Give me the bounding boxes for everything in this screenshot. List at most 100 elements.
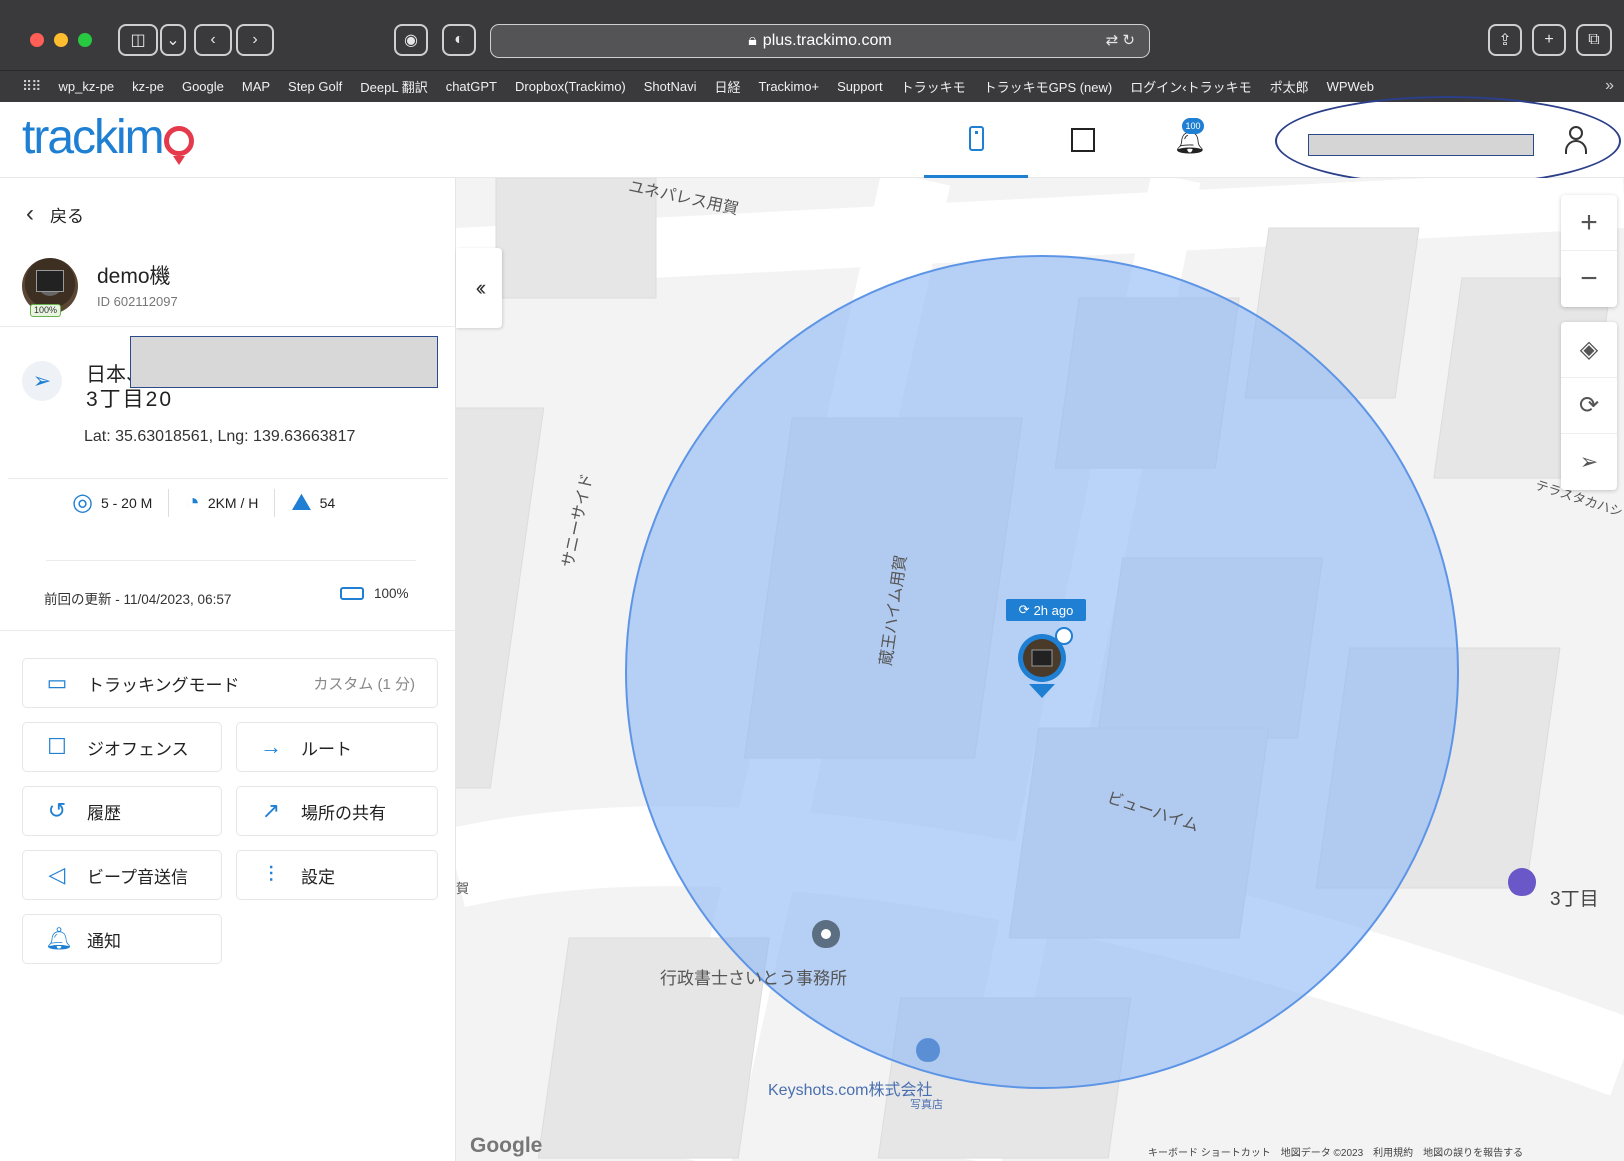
layers-icon[interactable]: ◈: [1561, 322, 1617, 378]
bookmark-item[interactable]: kz-pe: [132, 79, 164, 94]
divider: [0, 326, 456, 327]
new-tab-icon[interactable]: +: [1532, 24, 1566, 56]
mountain-icon: ⛰︎: [291, 488, 312, 516]
bookmark-item[interactable]: Dropbox(Trackimo): [515, 79, 626, 94]
notifications-button[interactable]: 🔔︎ 通知: [22, 914, 222, 964]
minimize-window-button[interactable]: [54, 33, 68, 47]
map-label: Keyshots.com株式会社: [768, 1082, 933, 1099]
last-update: 前回の更新 - 11/04/2023, 06:57: [44, 592, 232, 607]
geofence-button[interactable]: ☐ ジオフェンス: [22, 722, 222, 772]
tab-geofences[interactable]: [1031, 102, 1135, 178]
back-label: 戻る: [50, 206, 84, 226]
arrow-right-icon: →: [260, 734, 282, 759]
trackimo-logo[interactable]: trackimotrackim: [22, 110, 194, 165]
bookmark-item[interactable]: トラッキモGPS (new): [984, 77, 1113, 96]
bookmark-item[interactable]: chatGPT: [446, 79, 497, 94]
share-icon[interactable]: ⇪: [1488, 24, 1522, 56]
browser-titlebar: ◫ ⌄ ‹ › ◉ ◐ 🔒︎ plus.trackimo.com ⇄ ↻ ⇪ +…: [0, 0, 1624, 70]
bookmark-item[interactable]: WPWeb: [1327, 79, 1374, 94]
bookmark-item[interactable]: Support: [837, 79, 883, 94]
refresh-icon[interactable]: ⟳: [1561, 378, 1617, 434]
url-text: plus.trackimo.com: [762, 32, 892, 49]
share-location-button[interactable]: ↗ 場所の共有: [236, 786, 438, 836]
refresh-icon: ⟳: [1018, 602, 1030, 617]
route-label: ルート: [301, 739, 352, 759]
logo-pin-icon: [163, 126, 194, 165]
settings-button[interactable]: ⫶ 設定: [236, 850, 438, 900]
bookmark-item[interactable]: wp_kz-pe: [59, 79, 115, 94]
battery-status: 100%: [340, 586, 409, 601]
map-tools: ◈ ⟳ ➢: [1561, 322, 1617, 490]
bookmark-item[interactable]: 日経: [715, 77, 741, 96]
url-bar[interactable]: 🔒︎ plus.trackimo.com ⇄ ↻: [490, 24, 1150, 58]
settings-label: 設定: [301, 867, 335, 887]
notification-badge: 100: [1182, 118, 1204, 134]
speaker-icon: ◁: [48, 862, 66, 887]
zoom-out-button[interactable]: −: [1561, 251, 1617, 307]
bookmark-item[interactable]: ログイン‹トラッキモ: [1130, 77, 1251, 96]
tracking-mode-value: カスタム (1 分): [313, 675, 415, 693]
beep-button[interactable]: ◁ ビープ音送信: [22, 850, 222, 900]
google-logo: Google: [470, 1134, 543, 1157]
bookmark-item[interactable]: Google: [182, 79, 224, 94]
divider: [0, 630, 456, 631]
navigate-icon[interactable]: ➢: [1561, 434, 1617, 490]
tab-devices[interactable]: [924, 102, 1028, 178]
last-seen-text: 2h ago: [1033, 602, 1074, 618]
back-button[interactable]: ‹ 戻る: [26, 200, 84, 228]
forward-arrow-icon[interactable]: ›: [236, 24, 274, 56]
tracker-device-icon: ▭: [46, 670, 68, 695]
altitude-value: 54: [319, 494, 336, 511]
device-stats: ◎ 5 - 20 M ◔ 2KM / H ⛰︎ 54: [56, 488, 351, 517]
bookmark-item[interactable]: DeepL 翻訳: [360, 77, 427, 96]
collapse-sidebar-button[interactable]: ‹‹: [456, 248, 502, 328]
navigation-arrow-icon: ➢: [22, 361, 62, 401]
bookmarks-overflow-icon[interactable]: »: [1605, 77, 1614, 95]
tracking-mode-button[interactable]: ▭ トラッキングモード カスタム (1 分): [22, 658, 438, 708]
history-label: 履歴: [87, 803, 121, 823]
close-window-button[interactable]: [30, 33, 44, 47]
zoom-in-button[interactable]: +: [1561, 195, 1617, 251]
map-label: 写真店: [910, 1099, 943, 1111]
map-footer[interactable]: キーボード ショートカット 地図データ ©2023 利用規約 地図の誤りを報告す…: [1148, 1144, 1523, 1159]
apps-grid-icon[interactable]: ⠿⠿: [22, 78, 41, 95]
bookmarks-bar: ⠿⠿ wp_kz-pe kz-pe Google MAP Step Golf D…: [0, 70, 1624, 102]
device-id: ID 602112097: [97, 294, 178, 309]
bell-icon: 🔔︎: [45, 926, 73, 951]
geofence-label: ジオフェンス: [87, 739, 189, 759]
battery-icon: [340, 587, 364, 600]
share-icon: ↗: [261, 798, 281, 823]
last-seen-badge: ⟳ 2h ago: [1006, 599, 1086, 621]
extension-g-icon[interactable]: ◉: [394, 24, 428, 56]
target-icon: ◎: [72, 489, 93, 516]
tab-notifications[interactable]: 🔔︎: [1138, 102, 1242, 178]
sliders-icon: ⫶: [268, 862, 274, 887]
bookmark-item[interactable]: ポ太郎: [1270, 77, 1309, 96]
map-graphic: [456, 178, 1624, 1161]
history-icon: ↺: [47, 798, 67, 823]
tracking-mode-label: トラッキングモード: [87, 675, 240, 695]
history-button[interactable]: ↺ 履歴: [22, 786, 222, 836]
bookmark-item[interactable]: Step Golf: [288, 79, 342, 94]
reload-icon[interactable]: ⇄ ↻: [1106, 31, 1135, 49]
altitude-stat: ⛰︎ 54: [274, 488, 351, 517]
square-icon: [1071, 128, 1095, 152]
speed-stat: ◔ 2KM / H: [168, 488, 274, 517]
notifications-label: 通知: [87, 931, 121, 951]
maximize-window-button[interactable]: [78, 33, 92, 47]
sidebar-toggle-icon[interactable]: ◫: [118, 24, 158, 56]
beep-label: ビープ音送信: [87, 867, 188, 887]
bookmark-item[interactable]: MAP: [242, 79, 270, 94]
route-button[interactable]: → ルート: [236, 722, 438, 772]
bookmark-item[interactable]: ShotNavi: [644, 79, 697, 94]
back-arrow-icon[interactable]: ‹: [194, 24, 232, 56]
speedometer-icon: ◔: [185, 488, 200, 516]
bookmark-item[interactable]: Trackimo+: [759, 79, 820, 94]
bookmark-item[interactable]: トラッキモ: [901, 77, 966, 96]
map-canvas[interactable]: ユネパレス用賀 サニーサイド 蔵王ハイム用賀 ビューハイム テラスタカハシ 3丁…: [456, 178, 1624, 1161]
chevron-down-icon[interactable]: ⌄: [160, 24, 186, 56]
device-sidebar: ‹ 戻る 100% demo機 ID 602112097 ➢ 日本、 3丁目20…: [0, 178, 456, 1161]
tab-overview-icon[interactable]: ⧉: [1576, 24, 1612, 56]
privacy-shield-icon[interactable]: ◐: [442, 24, 476, 56]
divider: [46, 560, 416, 561]
